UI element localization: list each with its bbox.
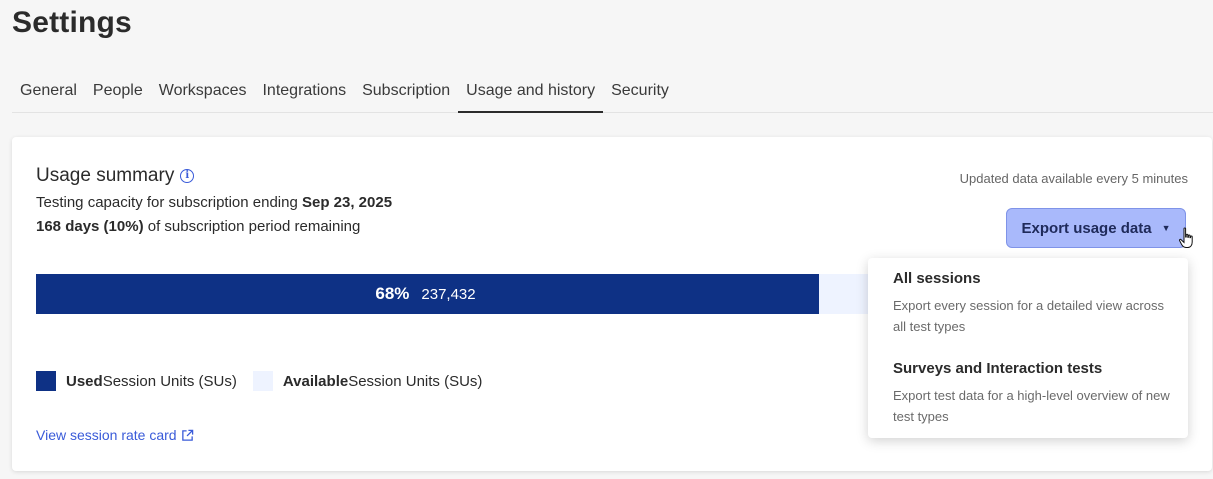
legend-used-text: Session Units (SUs) [102,372,237,390]
update-frequency-note: Updated data available every 5 minutes [959,171,1188,186]
info-icon[interactable]: i [180,169,195,183]
menu-item-title: Surveys and Interaction tests [893,360,1103,377]
usage-summary-title: Usage summary [36,165,175,186]
export-button-label: Export usage data [1021,219,1152,237]
used-units-count: 237,432 [421,285,476,303]
menu-item-surveys-interaction-tests[interactable]: Surveys and Interaction tests Export tes… [893,360,1173,427]
menu-item-description: Export every session for a detailed view… [893,298,1164,334]
used-swatch [36,371,56,391]
tab-security[interactable]: Security [603,70,677,112]
legend-available: Available Session Units (SUs) [252,371,483,391]
external-link-icon [181,429,193,441]
tab-subscription[interactable]: Subscription [354,70,458,112]
export-dropdown-menu: All sessions Export every session for a … [868,258,1188,438]
tab-usage-and-history[interactable]: Usage and history [458,70,604,113]
tab-people[interactable]: People [85,70,151,112]
days-remaining-text: 168 days (10%) of subscription period re… [36,218,360,235]
tab-general[interactable]: General [12,70,85,112]
used-units-label: 68% 237,432 [36,274,815,314]
export-usage-data-button[interactable]: Export usage data ▼ [1006,208,1186,248]
tab-workspaces[interactable]: Workspaces [151,70,255,112]
page-title: Settings [12,6,132,39]
view-rate-card-link[interactable]: View session rate card [36,427,194,443]
days-remaining-suffix: of subscription period remaining [143,218,361,235]
days-remaining-value: 168 days (10%) [36,218,144,235]
menu-item-description: Export test data for a high-level overvi… [893,388,1170,424]
legend-available-text: Session Units (SUs) [348,372,483,390]
caret-down-icon: ▼ [1161,223,1171,233]
subscription-end-date: Sep 23, 2025 [301,194,393,211]
available-swatch [252,371,273,391]
legend-used-bold: Used [66,372,103,390]
menu-item-title: All sessions [893,270,981,287]
tab-integrations[interactable]: Integrations [254,70,354,112]
legend-available-bold: Available [282,372,349,390]
subscription-end-text: Testing capacity for subscription ending… [36,194,392,211]
usage-legend: Used Session Units (SUs) Available Sessi… [36,371,498,391]
subscription-end-prefix: Testing capacity for subscription ending [36,194,302,211]
settings-tabs: General People Workspaces Integrations S… [12,70,1213,113]
menu-item-all-sessions[interactable]: All sessions Export every session for a … [893,270,1173,337]
view-rate-card-label: View session rate card [36,427,177,443]
hand-pointer-icon [1178,227,1193,248]
usage-summary-heading: Usage summary i [36,165,195,187]
legend-used: Used Session Units (SUs) [36,371,237,391]
used-percent: 68% [375,284,410,303]
